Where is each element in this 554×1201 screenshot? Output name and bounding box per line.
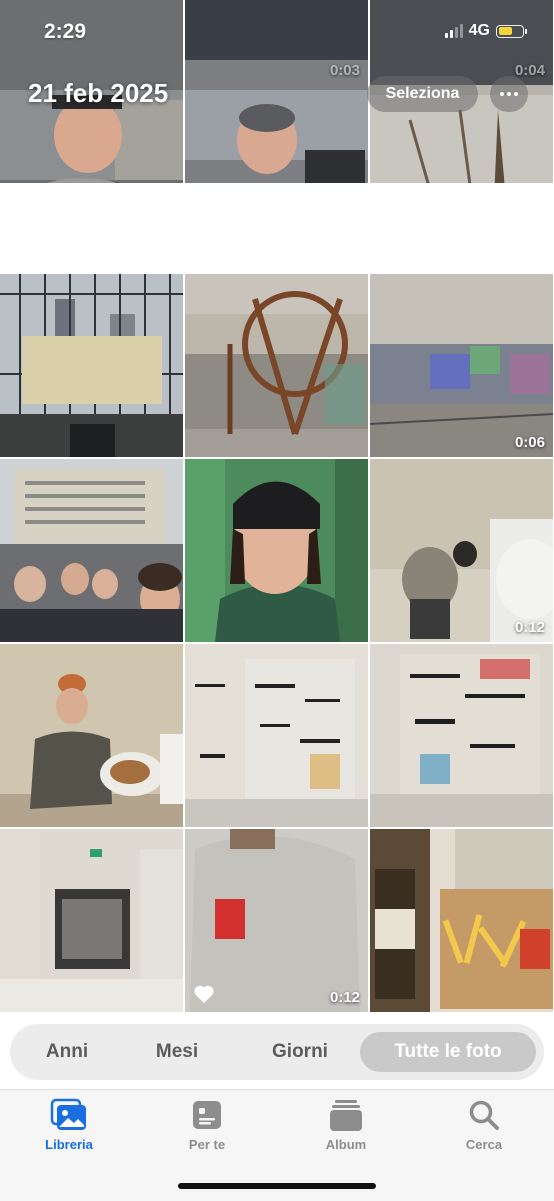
photo-library-icon: [49, 1096, 89, 1134]
video-tile[interactable]: 0:12: [185, 829, 368, 1012]
photo-tile[interactable]: [370, 644, 553, 827]
segment-days[interactable]: Giorni: [250, 1032, 350, 1072]
ellipsis-icon: [500, 92, 504, 96]
more-options-button[interactable]: [490, 76, 528, 112]
segment-years[interactable]: Anni: [22, 1032, 112, 1072]
home-indicator: [178, 1183, 376, 1189]
tab-albums-label: Album: [325, 1137, 367, 1152]
date-header: 21 feb 2025: [28, 78, 169, 108]
photo-tile[interactable]: [370, 829, 553, 1012]
video-duration: 0:06: [514, 434, 545, 451]
segment-all-photos[interactable]: Tutte le foto: [360, 1032, 536, 1072]
segmented-control: Anni Mesi Giorni Tutte le foto: [10, 1024, 544, 1080]
battery-icon: [496, 24, 527, 38]
tab-for-you-label: Per te: [188, 1137, 226, 1152]
tab-library-label: Libreria: [45, 1137, 93, 1152]
search-icon: [464, 1096, 504, 1134]
signal-icon: [444, 24, 463, 38]
photo-tile[interactable]: [185, 644, 368, 827]
video-tile[interactable]: 0:06: [370, 274, 553, 457]
favorite-heart-icon: [194, 985, 214, 1004]
network-status: 4G: [444, 22, 527, 40]
status-bar: 2:29 4G: [0, 0, 554, 60]
video-duration: 0:03: [329, 62, 360, 79]
video-duration: 0:12: [514, 619, 545, 636]
tab-for-you[interactable]: Per te: [157, 1096, 257, 1152]
select-button[interactable]: Seleziona: [367, 76, 478, 112]
for-you-icon: [187, 1096, 227, 1134]
tab-search-label: Cerca: [465, 1137, 503, 1152]
tab-search[interactable]: Cerca: [434, 1096, 534, 1152]
tab-library[interactable]: Libreria: [19, 1096, 119, 1152]
network-type: 4G: [468, 22, 490, 39]
view-switcher: Anni Mesi Giorni Tutte le foto: [0, 1015, 554, 1089]
photo-tile[interactable]: [185, 459, 368, 642]
video-tile[interactable]: 0:12: [370, 459, 553, 642]
photo-tile[interactable]: [0, 644, 183, 827]
segment-months[interactable]: Mesi: [132, 1032, 222, 1072]
status-time: 2:29: [44, 20, 87, 43]
video-duration: 0:12: [329, 989, 360, 1006]
video-duration: 0:04: [514, 62, 545, 79]
photo-tile[interactable]: [185, 274, 368, 457]
photo-tile[interactable]: [0, 459, 183, 642]
photo-tile[interactable]: [0, 829, 183, 1012]
photo-tile[interactable]: [0, 274, 183, 457]
tab-albums[interactable]: Album: [296, 1096, 396, 1152]
album-stack-icon: [326, 1096, 366, 1134]
